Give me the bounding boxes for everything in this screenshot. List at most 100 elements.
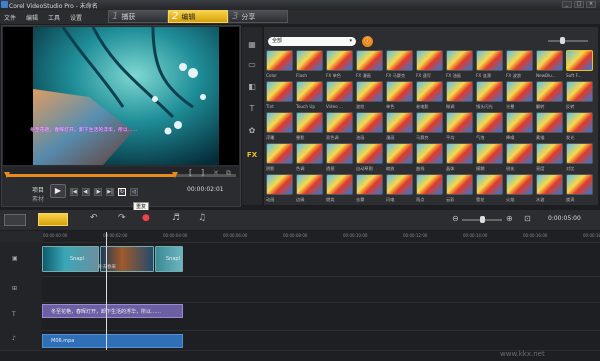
storyboard-view-button[interactable]: [4, 214, 26, 226]
filter-thumb[interactable]: 水波: [536, 174, 563, 203]
filter-thumb[interactable]: 动画: [266, 174, 293, 203]
filter-thumb[interactable]: 发光: [566, 112, 593, 142]
home-button[interactable]: |◀: [70, 188, 78, 196]
record-icon[interactable]: ●: [142, 213, 150, 223]
filter-thumb[interactable]: 云彩: [446, 174, 473, 203]
filter-thumb[interactable]: 闪电: [386, 174, 413, 203]
filter-thumb[interactable]: FX 速写: [416, 50, 443, 80]
tab-edit[interactable]: 2 编辑: [168, 10, 228, 23]
zoom-out-icon[interactable]: ⊖: [452, 214, 459, 223]
preview-timecode[interactable]: 00:00:02:01: [187, 186, 224, 193]
filter-thumb[interactable]: 素描: [536, 112, 563, 142]
filter-thumb[interactable]: Video ...: [326, 81, 353, 111]
filter-thumb[interactable]: 双色调: [326, 112, 353, 142]
filter-thumb[interactable]: 雨点: [416, 174, 443, 203]
filter-thumb[interactable]: 自动草图: [356, 143, 383, 173]
filter-thumb[interactable]: 去雾: [356, 174, 383, 203]
zoom-handle[interactable]: [480, 216, 485, 223]
prev-frame-button[interactable]: ◀|: [82, 188, 90, 196]
filter-thumb[interactable]: Soft F...: [566, 50, 593, 80]
filter-thumb[interactable]: 微调: [446, 81, 473, 111]
filter-thumb[interactable]: 平均: [446, 112, 473, 142]
filter-thumb[interactable]: FX 单色: [326, 50, 353, 80]
mark-in-handle[interactable]: [4, 172, 10, 178]
filter-thumb[interactable]: 晕影: [296, 112, 323, 142]
fx-filter-icon[interactable]: FX: [246, 150, 258, 160]
undo-icon[interactable]: ↶: [90, 213, 98, 223]
filter-thumb[interactable]: NewBlu...: [536, 50, 563, 80]
filter-thumb[interactable]: 燃烧: [326, 174, 353, 203]
filter-thumb[interactable]: Touch Up: [296, 81, 323, 111]
filter-thumb[interactable]: 翻转: [536, 81, 563, 111]
auto-music-icon[interactable]: ♫: [198, 213, 206, 223]
filter-thumb[interactable]: 气泡: [476, 112, 503, 142]
filter-thumb[interactable]: 火焰: [506, 174, 533, 203]
tab-capture[interactable]: 1 捕获: [108, 10, 168, 23]
filter-thumb[interactable]: 模糊: [476, 143, 503, 173]
clip-label[interactable]: 素材: [32, 194, 44, 203]
filter-thumb[interactable]: 单色: [386, 81, 413, 111]
play-button[interactable]: ▶: [50, 184, 66, 198]
filter-thumb[interactable]: 降噪: [506, 112, 533, 142]
filter-thumb[interactable]: 反转: [566, 81, 593, 111]
thumb-size-slider[interactable]: [548, 40, 588, 42]
filter-thumb[interactable]: 雪花: [476, 174, 503, 203]
filter-thumb[interactable]: Color: [266, 50, 293, 80]
filter-thumb[interactable]: 旋涡: [566, 174, 593, 203]
filter-thumb[interactable]: 锐化: [506, 143, 533, 173]
filter-thumb[interactable]: 镜头闪光: [476, 81, 503, 111]
project-label[interactable]: 项目: [32, 185, 44, 194]
filter-thumb[interactable]: 波纹: [356, 81, 383, 111]
menu-edit[interactable]: 编辑: [26, 13, 38, 22]
tab-share[interactable]: 3 分享: [228, 10, 288, 23]
transition-icon[interactable]: ◧: [246, 82, 258, 92]
filter-thumb[interactable]: 色调: [296, 143, 323, 173]
minimize-button[interactable]: _: [562, 1, 572, 8]
filter-thumb[interactable]: 对比: [566, 143, 593, 173]
fit-timeline-icon[interactable]: ⊡: [524, 214, 531, 223]
mark-in-button[interactable]: [: [189, 168, 192, 177]
filter-thumb[interactable]: 曲线: [416, 143, 443, 173]
menu-settings[interactable]: 设置: [70, 13, 82, 22]
enlarge-icon[interactable]: ⧉: [226, 169, 231, 178]
filter-thumb[interactable]: FX 油画: [446, 50, 473, 80]
filter-thumb[interactable]: FX 波浪: [506, 50, 533, 80]
repeat-button[interactable]: ↻: [118, 188, 126, 196]
menu-file[interactable]: 文件: [4, 13, 16, 22]
filter-thumb[interactable]: Flash: [296, 50, 323, 80]
filter-thumb[interactable]: 光晕: [506, 81, 533, 111]
filter-thumb[interactable]: 亮度: [536, 143, 563, 173]
filter-thumb[interactable]: 漫画: [386, 112, 413, 142]
next-frame-button[interactable]: |▶: [94, 188, 102, 196]
filter-thumb[interactable]: Tint: [266, 81, 293, 111]
graphic-icon[interactable]: ✿: [246, 126, 258, 136]
zoom-in-icon[interactable]: ⊕: [506, 214, 513, 223]
filter-dropdown[interactable]: 全部 ▾: [268, 37, 356, 46]
filter-thumb[interactable]: 阴影: [266, 143, 293, 173]
title-clip[interactable]: 冬至花艳，春晖灯开，卸下生活的浮华，所以……: [42, 304, 183, 318]
filter-thumb[interactable]: 透视: [326, 143, 353, 173]
filter-thumb[interactable]: 老电影: [416, 81, 443, 111]
filter-thumb[interactable]: 边缘: [296, 174, 323, 203]
filter-thumb[interactable]: 缩放: [386, 143, 413, 173]
timeline-view-button[interactable]: [38, 213, 68, 226]
title-icon[interactable]: T: [246, 104, 258, 114]
get-more-icon[interactable]: ⓘ: [362, 36, 373, 47]
filter-thumb[interactable]: 晶体: [446, 143, 473, 173]
volume-button[interactable]: ◁: [130, 188, 138, 196]
split-icon[interactable]: ✕: [213, 169, 219, 177]
filter-thumb[interactable]: 浮雕: [266, 112, 293, 142]
mark-out-handle[interactable]: [172, 172, 178, 178]
menu-tools[interactable]: 工具: [48, 13, 60, 22]
end-button[interactable]: ▶|: [106, 188, 114, 196]
filter-thumb[interactable]: FX 漫画: [356, 50, 383, 80]
filter-thumb[interactable]: FX 马赛克: [386, 50, 413, 80]
instant-project-icon[interactable]: ▭: [246, 60, 258, 70]
music-clip[interactable]: M06.mpa: [42, 334, 183, 348]
filter-thumb[interactable]: 油画: [356, 112, 383, 142]
playhead[interactable]: [106, 232, 107, 350]
media-icon[interactable]: ▦: [246, 40, 258, 50]
mark-out-button[interactable]: ]: [201, 168, 204, 177]
maximize-button[interactable]: □: [574, 1, 584, 8]
close-button[interactable]: ×: [586, 1, 596, 8]
